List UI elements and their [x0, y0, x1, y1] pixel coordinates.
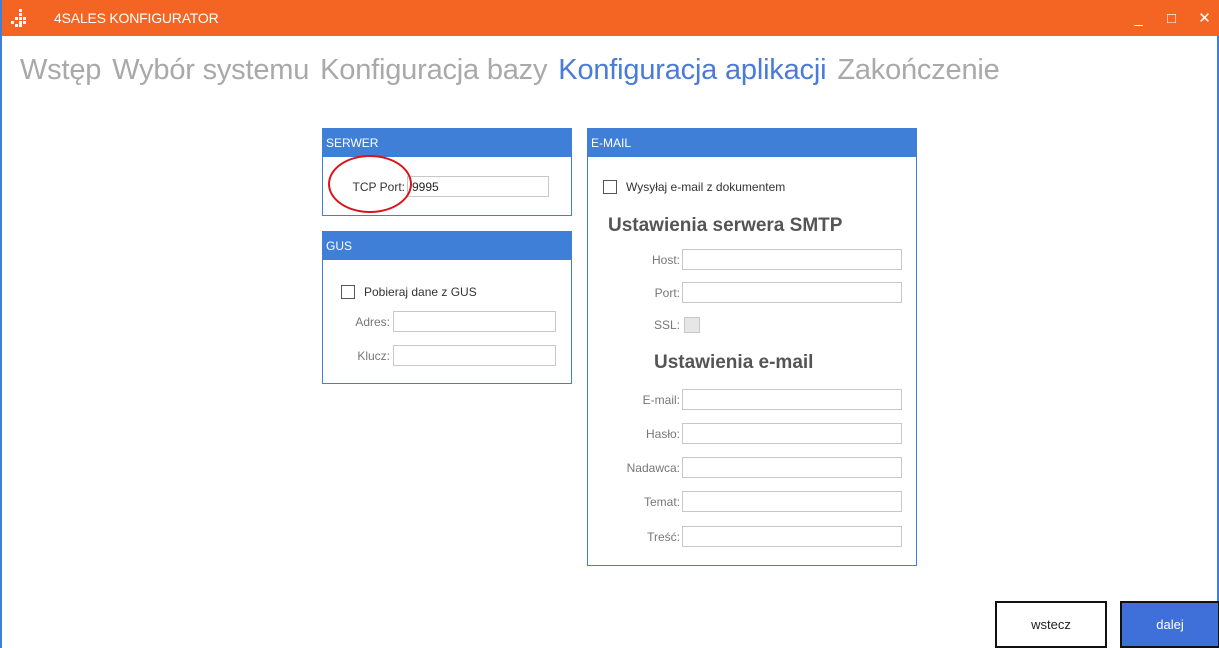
tcp-port-label: TCP Port:: [352, 179, 405, 194]
tresc-input[interactable]: [682, 526, 902, 547]
gus-checkbox[interactable]: [341, 285, 355, 299]
serwer-panel: SERWER TCP Port:: [322, 128, 572, 216]
ssl-row: SSL:: [588, 317, 700, 333]
send-email-checkbox-row[interactable]: Wysyłaj e-mail z dokumentem: [603, 180, 785, 194]
send-email-checkbox[interactable]: [603, 180, 617, 194]
port-label: Port:: [654, 285, 680, 300]
back-button[interactable]: wstecz: [995, 601, 1107, 648]
gus-panel: GUS Pobieraj dane z GUS Adres: Klucz:: [322, 231, 572, 384]
haslo-label: Hasło:: [645, 426, 680, 441]
title-bar: 4SALES KONFIGURATOR _ □ ✕: [2, 0, 1219, 36]
maximize-button[interactable]: □: [1155, 0, 1188, 36]
tresc-label: Treść:: [647, 529, 680, 544]
next-button[interactable]: dalej: [1120, 601, 1219, 648]
host-label: Host:: [651, 252, 680, 267]
tcp-port-input[interactable]: [407, 176, 549, 197]
port-row: Port:: [588, 282, 902, 303]
nadawca-row: Nadawca:: [588, 457, 902, 478]
nadawca-input[interactable]: [682, 457, 902, 478]
gus-panel-header: GUS: [323, 232, 571, 260]
gus-checkbox-row[interactable]: Pobieraj dane z GUS: [341, 285, 477, 299]
adres-input[interactable]: [393, 311, 556, 332]
send-email-checkbox-label: Wysyłaj e-mail z dokumentem: [626, 180, 786, 194]
temat-input[interactable]: [682, 491, 902, 512]
step-zakonczenie[interactable]: Zakończenie: [837, 54, 999, 87]
temat-label: Temat:: [643, 494, 680, 509]
haslo-row: Hasło:: [588, 423, 902, 444]
step-wybor-systemu[interactable]: Wybór systemu: [112, 54, 309, 87]
tresc-row: Treść:: [588, 526, 902, 547]
haslo-input[interactable]: [682, 423, 902, 444]
tcp-port-row: TCP Port:: [333, 176, 549, 197]
step-wstep[interactable]: Wstęp: [20, 54, 101, 87]
step-konfiguracja-bazy[interactable]: Konfiguracja bazy: [320, 54, 547, 87]
email-settings-title: Ustawienia e-mail: [654, 352, 814, 373]
step-konfiguracja-aplikacji[interactable]: Konfiguracja aplikacji: [558, 54, 826, 87]
window-title: 4SALES KONFIGURATOR: [54, 10, 219, 26]
ssl-checkbox[interactable]: [684, 317, 700, 333]
email-label: E-mail:: [642, 392, 680, 407]
app-logo-icon: [2, 0, 38, 36]
klucz-label: Klucz:: [357, 348, 390, 363]
host-row: Host:: [588, 249, 902, 270]
nadawca-label: Nadawca:: [626, 460, 680, 475]
adres-label: Adres:: [355, 314, 390, 329]
app-window: 4SALES KONFIGURATOR _ □ ✕ Wstęp Wybór sy…: [0, 0, 1219, 648]
ssl-label: SSL:: [653, 318, 680, 332]
temat-row: Temat:: [588, 491, 902, 512]
adres-row: Adres:: [333, 311, 556, 332]
smtp-settings-title: Ustawienia serwera SMTP: [608, 215, 843, 236]
close-button[interactable]: ✕: [1188, 0, 1219, 36]
port-input[interactable]: [682, 282, 902, 303]
wizard-steps: Wstęp Wybór systemu Konfiguracja bazy Ko…: [20, 54, 1011, 87]
gus-checkbox-label: Pobieraj dane z GUS: [364, 285, 477, 299]
email-row: E-mail:: [588, 389, 902, 410]
klucz-input[interactable]: [393, 345, 556, 366]
email-panel: E-MAIL Wysyłaj e-mail z dokumentem Ustaw…: [587, 128, 917, 566]
email-panel-header: E-MAIL: [588, 129, 916, 157]
klucz-row: Klucz:: [333, 345, 556, 366]
minimize-button[interactable]: _: [1122, 0, 1155, 36]
host-input[interactable]: [682, 249, 902, 270]
window-controls: _ □ ✕: [1122, 0, 1219, 36]
email-input[interactable]: [682, 389, 902, 410]
serwer-panel-header: SERWER: [323, 129, 571, 157]
